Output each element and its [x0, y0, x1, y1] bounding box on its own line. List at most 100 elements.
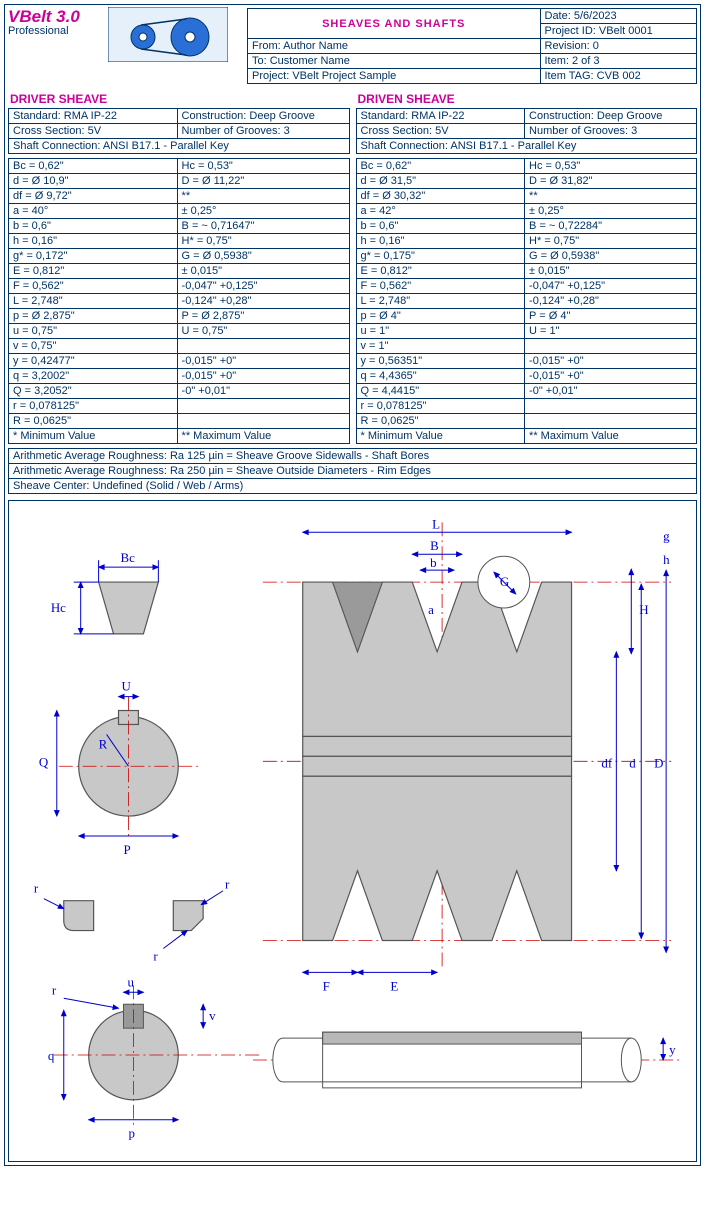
dim-H: H: [639, 602, 648, 617]
param-cell: P = Ø 4": [525, 309, 697, 324]
param-cell: * Minimum Value: [9, 429, 178, 444]
param-cell: d = Ø 31,5": [356, 174, 525, 189]
dim-p: p: [128, 1126, 134, 1141]
param-cell: ± 0,015": [177, 264, 349, 279]
param-cell: F = 0,562": [9, 279, 178, 294]
meta-tag: Item TAG: CVB 002: [540, 69, 697, 84]
meta-revision: Revision: 0: [540, 39, 697, 54]
dim-F: F: [323, 978, 330, 993]
meta-item: Item: 2 of 3: [540, 54, 697, 69]
param-cell: g* = 0,175": [356, 249, 525, 264]
belt-logo-icon: [108, 7, 228, 62]
param-cell: H* = 0,75": [177, 234, 349, 249]
dim-E: E: [390, 978, 398, 993]
param-cell: b = 0,6": [9, 219, 178, 234]
param-cell: R = 0,0625": [356, 414, 525, 429]
param-cell: [177, 399, 349, 414]
dim-h: h: [663, 552, 670, 567]
param-cell: -0,015" +0": [525, 354, 697, 369]
param-cell: P = Ø 2,875": [177, 309, 349, 324]
dim-b: b: [430, 555, 436, 570]
meta-date: Date: 5/6/2023: [540, 9, 697, 24]
dim-g: g: [663, 528, 670, 543]
param-cell: G = Ø 0,5938": [177, 249, 349, 264]
param-cell: y = 0,56351": [356, 354, 525, 369]
dim-B: B: [430, 538, 439, 553]
param-cell: -0,047" +0,125": [525, 279, 697, 294]
param-cell: y = 0,42477": [9, 354, 178, 369]
dim-r3: r: [153, 948, 158, 963]
param-cell: H* = 0,75": [525, 234, 697, 249]
driven-standard: Standard: RMA IP-22: [356, 109, 525, 124]
param-cell: r = 0,078125": [9, 399, 178, 414]
param-cell: B = ~ 0,72284": [525, 219, 697, 234]
app-name: VBelt 3.0: [8, 7, 80, 26]
meta-from: From: Author Name: [248, 39, 541, 54]
dim-Q: Q: [39, 754, 49, 769]
note-1: Arithmetic Average Roughness: Ra 125 µin…: [9, 449, 697, 464]
param-cell: a = 40°: [9, 204, 178, 219]
logo-block: VBelt 3.0 Professional: [8, 8, 243, 84]
driven-grooves: Number of Grooves: 3: [525, 124, 697, 139]
param-cell: u = 0,75": [9, 324, 178, 339]
param-cell: U = 1": [525, 324, 697, 339]
driven-construction: Construction: Deep Groove: [525, 109, 697, 124]
driver-xsect: Cross Section: 5V: [9, 124, 178, 139]
driver-column: DRIVER SHEAVE Standard: RMA IP-22Constru…: [8, 90, 350, 444]
param-cell: E = 0,812": [356, 264, 525, 279]
driver-shaft: Shaft Connection: ANSI B17.1 - Parallel …: [9, 139, 350, 154]
driver-standard: Standard: RMA IP-22: [9, 109, 178, 124]
note-2: Arithmetic Average Roughness: Ra 250 µin…: [9, 464, 697, 479]
driver-heading: DRIVER SHEAVE: [10, 92, 350, 106]
param-cell: Q = 4,4415": [356, 384, 525, 399]
dim-U: U: [122, 679, 132, 694]
param-cell: Bc = 0,62": [356, 159, 525, 174]
param-cell: U = 0,75": [177, 324, 349, 339]
dim-L: L: [432, 516, 440, 531]
dim-P: P: [124, 842, 131, 857]
param-cell: -0,015" +0": [525, 369, 697, 384]
param-cell: D = Ø 11,22": [177, 174, 349, 189]
driven-xsect: Cross Section: 5V: [356, 124, 525, 139]
param-cell: -0" +0,01": [525, 384, 697, 399]
technical-drawing: .dim { stroke:#0000cc; stroke-width:1; f…: [8, 500, 697, 1162]
param-cell: v = 0,75": [9, 339, 178, 354]
param-cell: Bc = 0,62": [9, 159, 178, 174]
param-cell: h = 0,16": [356, 234, 525, 249]
param-cell: -0,015" +0": [177, 369, 349, 384]
param-cell: [525, 414, 697, 429]
dim-G: G: [500, 574, 509, 589]
param-cell: Q = 3,2052": [9, 384, 178, 399]
param-cell: -0,124" +0,28": [177, 294, 349, 309]
meta-to: To: Customer Name: [248, 54, 541, 69]
param-cell: [525, 399, 697, 414]
driven-column: DRIVEN SHEAVE Standard: RMA IP-22Constru…: [356, 90, 698, 444]
param-cell: **: [525, 189, 697, 204]
dim-hc: Hc: [51, 600, 66, 615]
param-cell: p = Ø 2,875": [9, 309, 178, 324]
param-cell: a = 42°: [356, 204, 525, 219]
param-cell: r = 0,078125": [356, 399, 525, 414]
param-cell: L = 2,748": [356, 294, 525, 309]
param-cell: q = 3,2002": [9, 369, 178, 384]
dim-r4: r: [52, 982, 57, 997]
param-cell: ** Maximum Value: [177, 429, 349, 444]
param-cell: -0,047" +0,125": [177, 279, 349, 294]
meta-projectid: Project ID: VBelt 0001: [540, 24, 697, 39]
dim-u: u: [127, 974, 134, 989]
param-cell: **: [177, 189, 349, 204]
param-cell: -0" +0,01": [177, 384, 349, 399]
param-cell: Hc = 0,53": [525, 159, 697, 174]
param-cell: Hc = 0,53": [177, 159, 349, 174]
dim-v: v: [209, 1008, 216, 1023]
param-cell: L = 2,748": [9, 294, 178, 309]
param-cell: * Minimum Value: [356, 429, 525, 444]
param-cell: b = 0,6": [356, 219, 525, 234]
driver-grooves: Number of Grooves: 3: [177, 124, 349, 139]
param-cell: E = 0,812": [9, 264, 178, 279]
header-info-table: SHEAVES AND SHAFTS Date: 5/6/2023 Projec…: [247, 8, 697, 84]
note-3: Sheave Center: Undefined (Solid / Web / …: [9, 479, 697, 494]
param-cell: ± 0,25°: [525, 204, 697, 219]
dim-y: y: [669, 1042, 676, 1057]
param-cell: ± 0,25°: [177, 204, 349, 219]
